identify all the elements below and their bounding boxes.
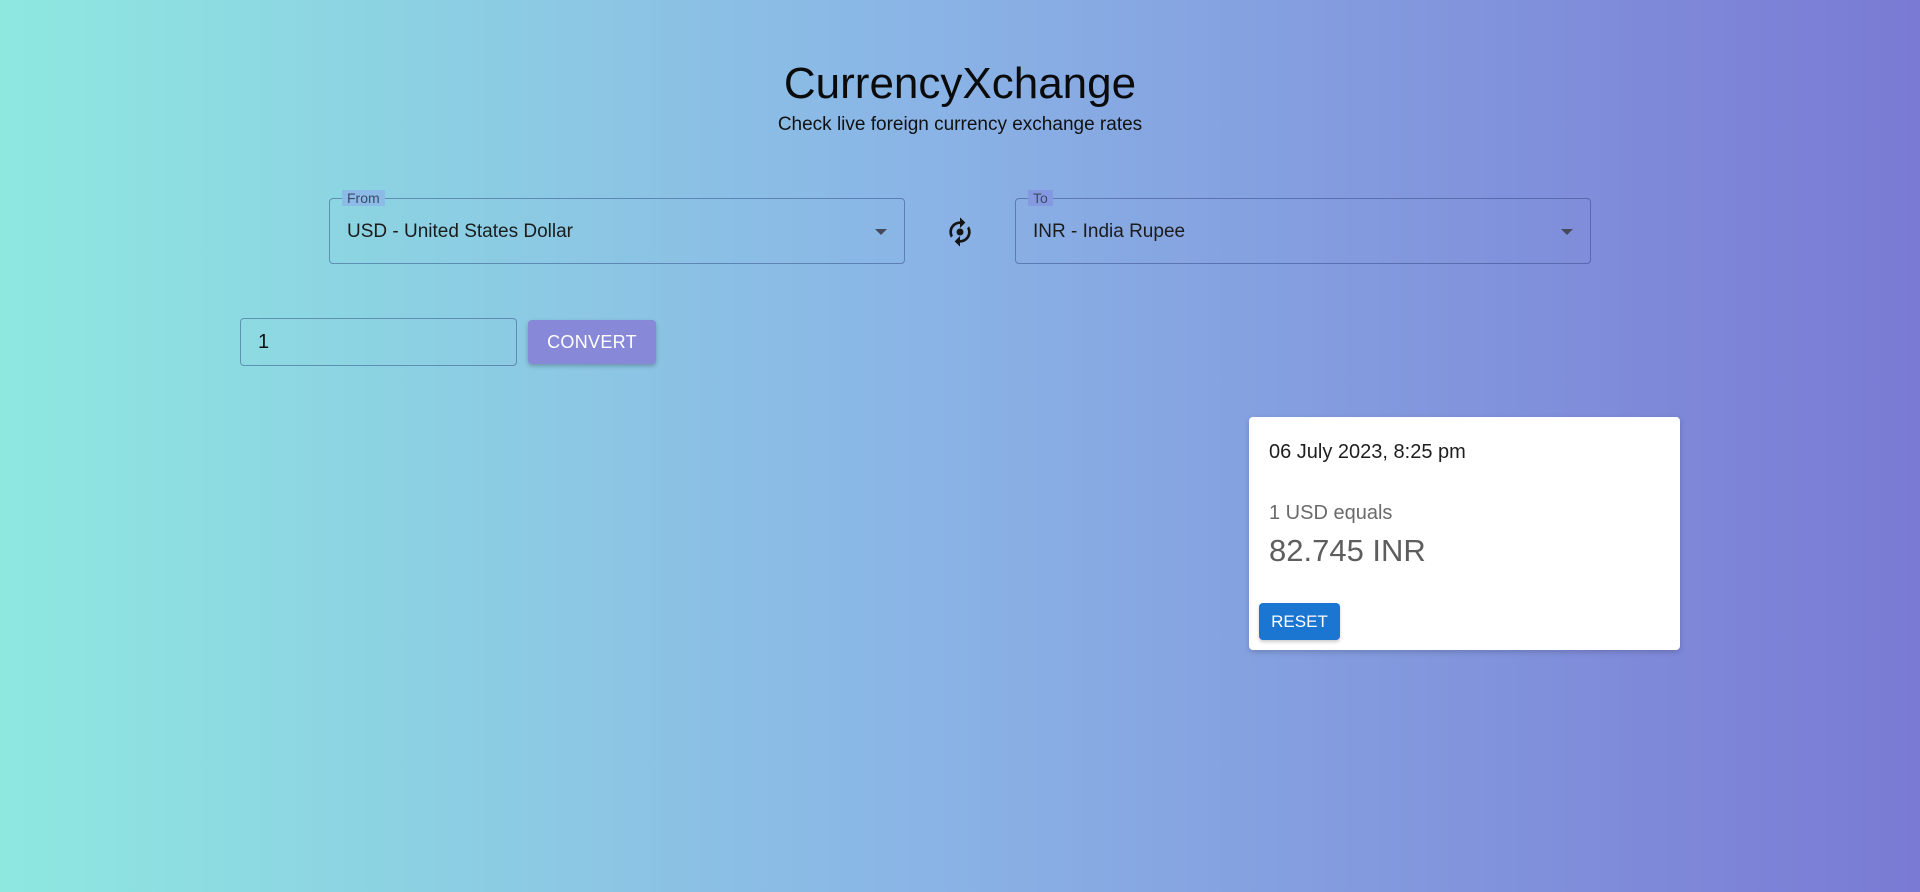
equals-label: 1 USD equals [1269, 502, 1393, 524]
app-subtitle: Check live foreign currency exchange rat… [777, 114, 1143, 135]
header: CurrencyXchange Check live foreign curre… [0, 58, 1920, 136]
from-currency-select[interactable]: From USD - United States Dollar [329, 190, 905, 264]
reset-button[interactable]: RESET [1259, 603, 1340, 640]
amount-input[interactable] [240, 318, 517, 366]
converted-value: 82.745 INR [1269, 533, 1426, 568]
app-title: CurrencyXchange [783, 59, 1137, 108]
to-currency-select[interactable]: To INR - India Rupee [1015, 190, 1591, 264]
swap-currency-icon[interactable] [944, 216, 976, 248]
convert-button[interactable]: CONVERT [528, 320, 656, 364]
from-label: From [342, 190, 385, 206]
chevron-down-icon [1561, 229, 1573, 235]
chevron-down-icon [875, 229, 887, 235]
to-label: To [1028, 190, 1053, 206]
to-currency-value: INR - India Rupee [1033, 221, 1186, 242]
result-card: 06 July 2023, 8:25 pm 1 USD equals 82.74… [1249, 417, 1680, 650]
rate-timestamp: 06 July 2023, 8:25 pm [1269, 441, 1466, 463]
from-currency-value: USD - United States Dollar [347, 221, 573, 242]
